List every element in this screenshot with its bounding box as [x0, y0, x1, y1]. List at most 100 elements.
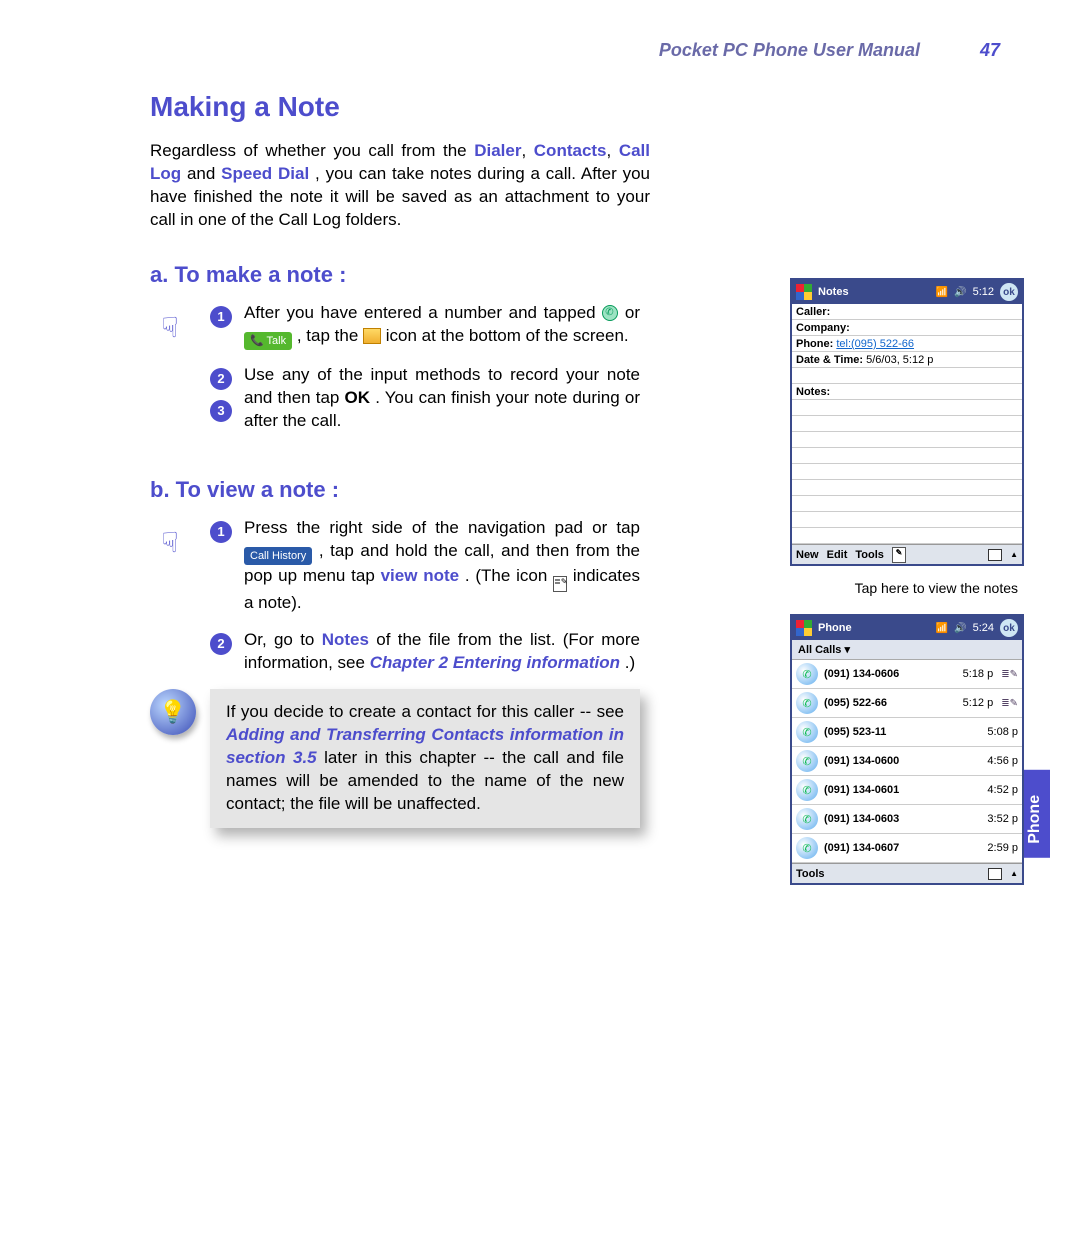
call-icon: ✆: [796, 721, 818, 743]
text: Or, go to: [244, 630, 322, 649]
call-time: 5:08 p: [987, 726, 1018, 738]
call-number: (095) 522-66: [824, 697, 957, 709]
call-history-row[interactable]: ✆ (091) 134-0606 5:18 p ≣✎: [792, 660, 1022, 689]
call-time: 4:56 p: [987, 755, 1018, 767]
menu-edit[interactable]: Edit: [827, 549, 848, 561]
datetime-label: Date & Time:: [796, 354, 863, 365]
call-history-row[interactable]: ✆ (091) 134-0603 3:52 p: [792, 805, 1022, 834]
call-icon: ✆: [796, 837, 818, 859]
text: Press the right side of the navigation p…: [244, 518, 640, 537]
step-number-2: 2: [210, 633, 232, 655]
caller-label: Caller:: [796, 306, 830, 317]
step-a2: Use any of the input methods to record y…: [244, 364, 640, 433]
sip-toggle-icon[interactable]: ▲: [1010, 869, 1018, 878]
dialer-term: Dialer: [474, 141, 521, 160]
speaker-icon: [954, 286, 966, 298]
call-icon: ✆: [796, 750, 818, 772]
text: or: [625, 303, 640, 322]
call-time: 5:12 p: [963, 697, 994, 709]
phone-value-link[interactable]: tel:(095) 522-66: [836, 338, 914, 349]
clock-time: 5:24: [973, 622, 994, 634]
screenshot-column: Notes 5:12 ok Caller: Company: Phone: te…: [790, 278, 1024, 885]
datetime-value: 5/6/03, 5:12 p: [866, 354, 933, 365]
signal-icon: [936, 622, 948, 634]
step-number-1: 1: [210, 306, 232, 328]
text: and: [181, 164, 221, 183]
call-time: 5:18 p: [963, 668, 994, 680]
view-note-term: view note: [381, 566, 460, 585]
text: . (The icon: [465, 566, 553, 585]
call-history-row[interactable]: ✆(091) 134-06072:59 p: [792, 834, 1022, 863]
windows-logo-icon: [796, 620, 812, 636]
shot2-titlebar: Phone 5:24 ok: [792, 616, 1022, 640]
call-time: 4:52 p: [987, 784, 1018, 796]
text: After you have entered a number and tapp…: [244, 303, 602, 322]
ok-term: OK: [345, 388, 371, 407]
call-history-row[interactable]: ✆ (095) 522-66 5:12 p ≣✎: [792, 689, 1022, 718]
menu-tools[interactable]: Tools: [796, 868, 825, 880]
call-history-row[interactable]: ✆ (091) 134-0601 4:52 p: [792, 776, 1022, 805]
step-b2: Or, go to Notes of the file from the lis…: [244, 629, 640, 675]
call-icon: ✆: [796, 779, 818, 801]
call-number: (091) 134-0600: [824, 755, 981, 767]
text: ,: [521, 141, 533, 160]
call-history-row[interactable]: ✆ (095) 523-11 5:08 p: [792, 718, 1022, 747]
call-number: (091) 134-0603: [824, 813, 981, 825]
menu-tools[interactable]: Tools: [855, 549, 884, 561]
intro-paragraph: Regardless of whether you call from the …: [150, 140, 650, 232]
step-number-2: 2: [210, 368, 232, 390]
sip-keyboard-icon[interactable]: [988, 549, 1002, 561]
speeddial-term: Speed Dial: [221, 164, 309, 183]
dial-icon: [602, 305, 618, 321]
note-indicator-icon: ≣✎: [1001, 698, 1018, 709]
call-icon: ✆: [796, 663, 818, 685]
page-title: Making a Note: [150, 91, 1050, 123]
screenshot-notes-app: Notes 5:12 ok Caller: Company: Phone: te…: [790, 278, 1024, 566]
ok-button[interactable]: ok: [1000, 283, 1018, 301]
call-icon: ✆: [796, 808, 818, 830]
step-number-3: 3: [210, 400, 232, 422]
talk-button-icon: 📞 Talk: [244, 332, 292, 350]
call-icon: ✆: [796, 692, 818, 714]
filter-all-calls[interactable]: All Calls ▾: [792, 640, 1022, 660]
clock-time: 5:12: [973, 286, 994, 298]
call-time: 2:59 p: [987, 842, 1018, 854]
text: .): [625, 653, 635, 672]
menu-new[interactable]: New: [796, 549, 819, 561]
text: If you decide to create a contact for th…: [226, 702, 624, 721]
notes-label: Notes:: [796, 386, 830, 397]
book-title: Pocket PC Phone User Manual: [659, 40, 920, 61]
tip-box: If you decide to create a contact for th…: [210, 689, 640, 828]
speaker-icon: [954, 622, 966, 634]
call-history-row[interactable]: ✆ (091) 134-0600 4:56 p: [792, 747, 1022, 776]
page-number: 47: [980, 40, 1000, 61]
shot2-title: Phone: [818, 622, 930, 634]
call-time: 3:52 p: [987, 813, 1018, 825]
sip-keyboard-icon[interactable]: [988, 868, 1002, 880]
sip-toggle-icon[interactable]: ▲: [1010, 550, 1018, 559]
tap-icon: ☟: [150, 308, 190, 348]
note-indicator-icon: ≣✎: [1001, 669, 1018, 680]
signal-icon: [936, 286, 948, 298]
phone-label: Phone:: [796, 338, 833, 349]
call-number: (095) 523-11: [824, 726, 981, 738]
step-b1: Press the right side of the navigation p…: [244, 517, 640, 615]
call-number: (091) 134-0606: [824, 668, 957, 680]
call-history-button-icon: Call History: [244, 547, 312, 565]
windows-logo-icon: [796, 284, 812, 300]
note-icon: [363, 328, 381, 344]
shot1-titlebar: Notes 5:12 ok: [792, 280, 1022, 304]
shot1-title: Notes: [818, 286, 930, 298]
text: , tap the: [297, 326, 363, 345]
shot2-caption: Tap here to view the notes: [855, 580, 1018, 596]
sidetab-l2: Phone: [1026, 795, 1043, 844]
pen-icon[interactable]: ✎: [892, 547, 906, 563]
note-indicator-icon: ≣✎: [553, 576, 567, 592]
screenshot-phone-app: Phone 5:24 ok All Calls ▾ ✆(091) 134-060…: [790, 614, 1024, 885]
step-number-1: 1: [210, 521, 232, 543]
ok-button[interactable]: ok: [1000, 619, 1018, 637]
call-number: (091) 134-0601: [824, 784, 981, 796]
tip-icon: 💡: [150, 689, 196, 735]
text: ,: [607, 141, 619, 160]
text: icon at the bottom of the screen.: [386, 326, 629, 345]
